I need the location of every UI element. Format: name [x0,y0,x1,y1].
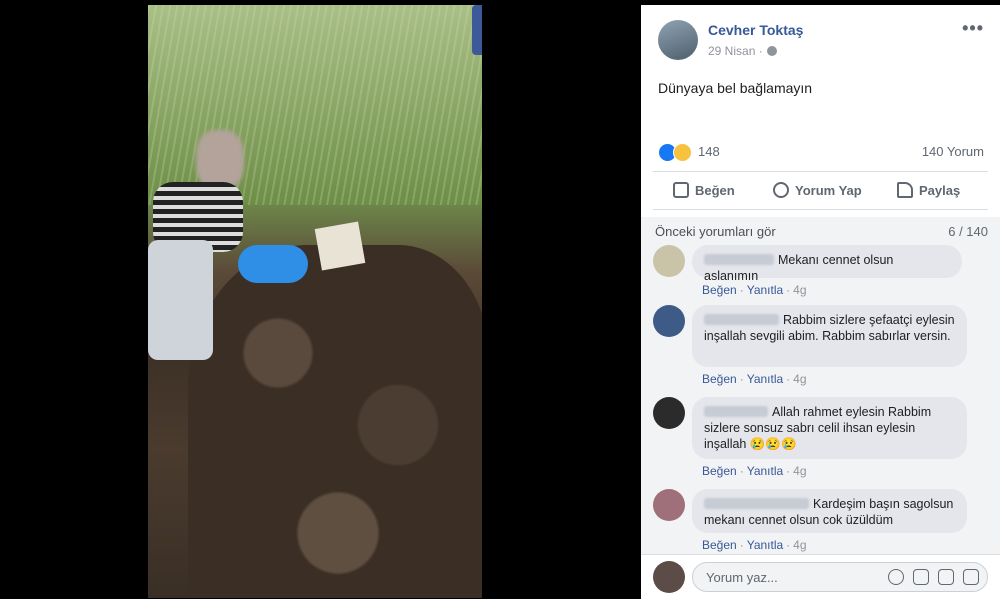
post-stats: 148 140 Yorum [658,142,984,162]
comment-count[interactable]: 140 Yorum [922,144,984,159]
author-avatar[interactable] [658,20,698,60]
comment-time[interactable]: 4g [793,372,806,386]
post-panel: Cevher Toktaş 29 Nisan · ••• Dünyaya bel… [641,5,1000,599]
reaction-count[interactable]: 148 [698,144,720,159]
post-date[interactable]: 29 Nisan · [708,44,777,58]
comment-actions: Beğen · Yanıtla · 4g [702,464,807,478]
comment-actions: Beğen · Yanıtla · 4g [702,372,807,386]
comment-bubble: Mekanı cennet olsun aslanımın [692,245,962,283]
speech-bubble-icon [773,182,789,198]
commenter-avatar[interactable] [653,245,685,277]
comment-reply-link[interactable]: Yanıtla [747,372,783,386]
comment-like-link[interactable]: Beğen [702,464,737,478]
photo-edge-figure [472,5,482,55]
patterned-pants [148,240,213,360]
comment-time[interactable]: 4g [793,464,806,478]
comment-bubble: Allah rahmet eylesin Rabbim sizlere sons… [692,397,967,459]
comment-like-link[interactable]: Beğen [702,372,737,386]
camera-icon[interactable] [913,569,929,585]
current-user-avatar[interactable] [653,561,685,593]
share-button[interactable]: Paylaş [897,182,960,198]
comment-like-link[interactable]: Beğen [702,283,737,297]
post-photo[interactable] [148,5,482,598]
comment-reply-link[interactable]: Yanıtla [747,283,783,297]
post-text: Dünyaya bel bağlamayın [658,80,813,96]
comment-time[interactable]: 4g [793,283,806,297]
comment-like-link[interactable]: Beğen [702,538,737,552]
action-bar: Beğen Yorum Yap Paylaş [641,177,1000,207]
blurred-commenter-name[interactable] [704,254,774,265]
divider [653,209,988,210]
comment-bubble: Kardeşim başın sagolsun mekanı cennet ol… [692,489,967,533]
watering-can [238,245,308,283]
globe-icon [766,46,777,56]
comment-actions: Beğen · Yanıtla · 4g [702,283,807,297]
thumbs-up-icon [673,182,689,198]
composer-icons [888,569,979,585]
comment-input-wrapper[interactable] [692,562,988,592]
blurred-commenter-name[interactable] [704,314,779,325]
previous-comments-link[interactable]: Önceki yorumları gör [655,224,776,239]
comment-time[interactable]: 4g [793,538,806,552]
sad-reaction-icon[interactable] [673,143,692,162]
comment-bubble: Rabbim sizlere şefaatçi eylesin inşallah… [692,305,967,367]
emoji-icon[interactable] [888,569,904,585]
comment-actions: Beğen · Yanıtla · 4g [702,538,807,552]
blurred-commenter-name[interactable] [704,498,809,509]
commenter-avatar[interactable] [653,305,685,337]
commenter-avatar[interactable] [653,489,685,521]
child-figure [148,130,258,370]
divider [653,171,988,172]
comments-shown-count: 6 / 140 [948,224,988,239]
comment-reply-link[interactable]: Yanıtla [747,538,783,552]
like-button-label: Beğen [695,182,735,198]
comment-input[interactable] [704,569,858,586]
commenter-avatar[interactable] [653,397,685,429]
photo-viewer [0,0,641,598]
comment-composer [641,554,1000,599]
post-date-text[interactable]: 29 Nisan [708,44,755,58]
post-header: Cevher Toktaş 29 Nisan · ••• [641,5,1000,67]
more-options-icon[interactable]: ••• [962,18,984,39]
gif-icon[interactable] [938,569,954,585]
comments-section: Önceki yorumları gör 6 / 140 Mekanı cenn… [641,217,1000,554]
comment-button-label: Yorum Yap [795,182,862,198]
sticker-icon[interactable] [963,569,979,585]
share-button-label: Paylaş [919,182,961,198]
comment-button[interactable]: Yorum Yap [773,182,862,198]
grave-sign [314,221,366,271]
share-arrow-icon [897,182,913,198]
like-button[interactable]: Beğen [673,182,735,198]
comment-reply-link[interactable]: Yanıtla [747,464,783,478]
blurred-commenter-name[interactable] [704,406,768,417]
author-name[interactable]: Cevher Toktaş [708,22,803,38]
blurred-face [196,130,244,190]
